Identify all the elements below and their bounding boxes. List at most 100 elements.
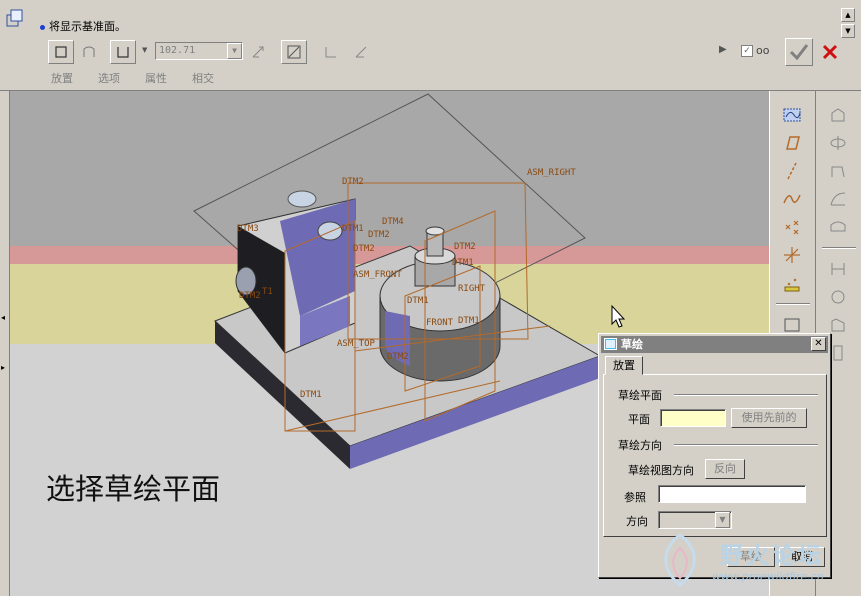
thicken-icon: [325, 47, 336, 58]
revolve-icon: [830, 136, 846, 150]
scroll-up-icon[interactable]: ▲: [841, 8, 855, 22]
cylinder-boss-1: [287, 190, 317, 208]
tab-properties[interactable]: 属性: [145, 70, 167, 86]
watermark-text: 野火论坛: [720, 543, 824, 569]
hole-tool-button[interactable]: [822, 255, 854, 283]
sweep-tool-button[interactable]: [822, 157, 854, 185]
extrude-tool-button[interactable]: [822, 101, 854, 129]
revolve-tool-button[interactable]: [822, 129, 854, 157]
datum-axis-button[interactable]: [776, 157, 808, 185]
checkmark-icon: [789, 44, 809, 61]
depth-value-combo[interactable]: 102.71 ▼: [155, 42, 243, 60]
label-right: RIGHT: [458, 284, 486, 294]
datum-curve-icon: [783, 194, 801, 204]
select-arrow-icon[interactable]: ▼: [715, 512, 730, 528]
preview-glasses-icon[interactable]: oo: [756, 44, 769, 57]
label-dtm2-mid: DTM2: [368, 230, 390, 240]
scroll-down-icon[interactable]: ▼: [841, 24, 855, 38]
blind-depth-icon: [117, 47, 129, 58]
dialog-close-button[interactable]: ✕: [811, 337, 826, 351]
dialog-title: 草绘: [621, 338, 643, 351]
plane-label: 平面: [628, 413, 650, 426]
sash-arrow-icon[interactable]: ▸: [1, 363, 5, 372]
flip-thickness-button[interactable]: [350, 40, 372, 64]
label-front: FRONT: [426, 318, 454, 328]
analysis-feature-button[interactable]: [776, 269, 808, 297]
datum-point-button[interactable]: [776, 213, 808, 241]
datum-display-button[interactable]: [776, 101, 808, 129]
blend-icon: [830, 192, 846, 206]
label-t1: T1: [262, 287, 273, 297]
plane-input[interactable]: [660, 409, 726, 427]
depth-dropdown-arrow-icon[interactable]: ▼: [142, 46, 147, 54]
placement-panel: 草绘平面 平面 使用先前的 草绘方向 草绘视图方向 反向 参照 方向 ▼: [603, 374, 827, 537]
chamfer-icon: [831, 318, 845, 332]
sash-arrow-icon[interactable]: ◂: [1, 313, 5, 322]
message-line: 将显示基准面。: [40, 18, 126, 34]
dialog-title-bar[interactable]: 草绘 ✕: [601, 336, 828, 353]
datum-curve-button[interactable]: [776, 185, 808, 213]
datum-plane-button[interactable]: [776, 129, 808, 157]
label-dtm2-bottom: DTM2: [387, 352, 409, 362]
shell-tool-button[interactable]: [822, 213, 854, 241]
dashboard-scroll[interactable]: ▲ ▼: [841, 8, 855, 58]
label-dtm1-cyl-right: DTM1: [458, 316, 480, 326]
flip-direction-button[interactable]: 反向: [705, 459, 745, 479]
extrude-solid-button[interactable]: [48, 40, 74, 64]
orientation-group-label: 草绘方向: [618, 439, 662, 452]
blend-tool-button[interactable]: [822, 185, 854, 213]
label-asm-top: ASM_TOP: [337, 339, 376, 349]
datum-axis-icon: [787, 162, 797, 180]
sketch-dialog-icon: [604, 338, 617, 350]
tab-placement[interactable]: 放置: [51, 70, 73, 86]
info-bullet-icon: [40, 24, 45, 30]
reference-input[interactable]: [658, 485, 806, 503]
cancel-x-button[interactable]: [820, 40, 840, 64]
thicken-button[interactable]: [320, 40, 342, 64]
sketch-plane-group-label: 草绘平面: [618, 389, 662, 402]
label-dtm1-top: DTM1: [342, 224, 364, 234]
message-text: 将显示基准面。: [49, 20, 126, 33]
solid-box-icon: [55, 46, 67, 58]
preview-checkbox[interactable]: ✓: [741, 45, 753, 57]
shell-icon: [830, 221, 846, 232]
label-dtm2-top: DTM2: [342, 177, 364, 187]
group-divider: [674, 444, 818, 446]
pause-icon[interactable]: ▶: [719, 44, 727, 55]
extrude-icon: [831, 108, 845, 122]
ok-checkmark-button[interactable]: [785, 38, 813, 66]
red-x-icon: [822, 44, 838, 60]
label-asm-front: ASM_FRONT: [353, 270, 402, 280]
analysis-icon: [784, 278, 800, 292]
datum-point-icon: [785, 220, 799, 235]
depth-value-text: 102.71: [159, 45, 196, 56]
remove-material-button[interactable]: [281, 40, 307, 64]
pattern-icon: [833, 345, 843, 361]
coordinate-system-icon: [784, 247, 800, 263]
hole-icon: [831, 263, 845, 275]
label-dtm2-left: DTM2: [239, 291, 261, 301]
flame-logo-icon: [664, 533, 696, 587]
watermark-url: www.proewildfire.cn: [712, 570, 824, 583]
use-previous-button[interactable]: 使用先前的: [731, 408, 807, 428]
round-tool-button[interactable]: [822, 283, 854, 311]
tab-intersect[interactable]: 相交: [192, 70, 214, 86]
left-sash[interactable]: ◂ ▸: [0, 91, 10, 596]
combo-arrow-icon[interactable]: ▼: [227, 43, 242, 59]
coordinate-system-button[interactable]: [776, 241, 808, 269]
label-dtm1-bottom: DTM1: [300, 390, 322, 400]
label-dtm2-right: DTM2: [454, 242, 476, 252]
label-dtm2-low: DTM2: [353, 244, 375, 254]
datum-plane-icon: [786, 136, 800, 150]
tab-placement[interactable]: 放置: [605, 356, 643, 375]
depth-option-button[interactable]: [110, 40, 136, 64]
cylinder-boss-2: [317, 221, 343, 241]
datum-display-icon: [783, 108, 801, 122]
flip-thickness-icon: [355, 46, 367, 58]
orientation-select[interactable]: ▼: [658, 511, 732, 529]
label-asm-right: ASM_RIGHT: [527, 168, 576, 178]
remove-material-icon: [287, 45, 301, 59]
extrude-surface-button[interactable]: [76, 40, 102, 64]
tab-options[interactable]: 选项: [98, 70, 120, 86]
flip-direction-button[interactable]: [247, 40, 269, 64]
